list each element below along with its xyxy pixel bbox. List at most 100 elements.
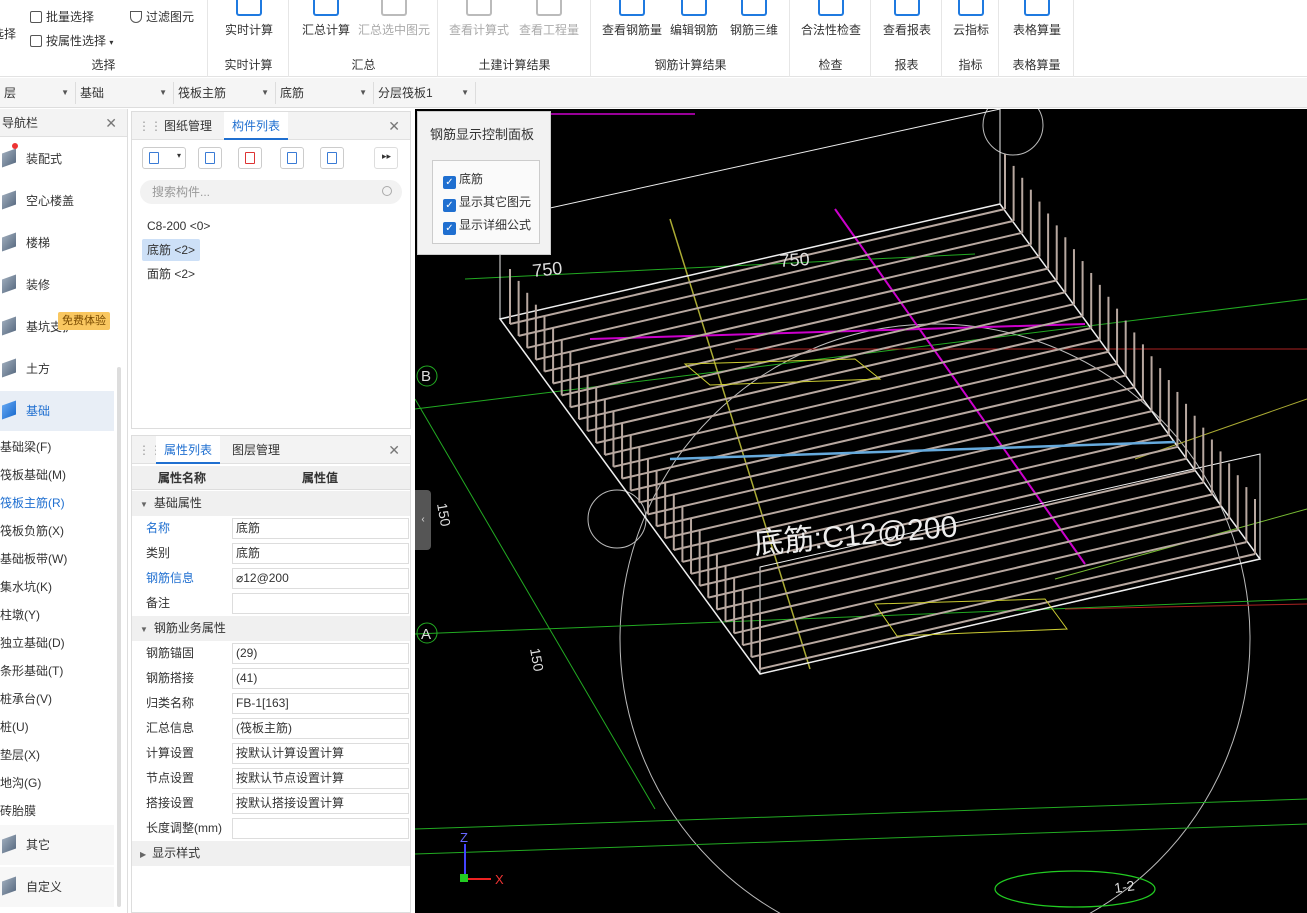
sub-item[interactable]: 条形基础(T): [0, 657, 63, 685]
dimension-label: 150: [434, 502, 454, 528]
prop-value[interactable]: [232, 593, 409, 614]
notification-dot: [12, 143, 18, 149]
group-basic-props[interactable]: ▼ 基础属性: [132, 491, 410, 516]
view-formula-button[interactable]: 查看计算式: [445, 0, 513, 38]
sub-item[interactable]: 筏板基础(M): [0, 461, 66, 489]
layer-select[interactable]: 分层筏板1 ▼: [374, 82, 476, 104]
prop-value[interactable]: 底筋: [232, 543, 409, 564]
prop-row: 类别 底筋: [132, 541, 410, 566]
sub-item[interactable]: 桩(U): [0, 713, 29, 741]
grid-circle-left: [587, 489, 647, 549]
ribbon-group-civil-results: 查看计算式 查看工程量 土建计算结果: [439, 0, 591, 77]
floor-select[interactable]: 层 ▼: [0, 82, 76, 104]
summary-calc-button[interactable]: 汇总计算: [296, 0, 356, 38]
list-item-selected[interactable]: 底筋 <2>: [142, 239, 201, 261]
sub-item[interactable]: 地沟(G): [0, 769, 41, 797]
delete-button[interactable]: [238, 147, 262, 169]
nav-item-stairs[interactable]: 楼梯: [0, 223, 114, 263]
group-rebar-props[interactable]: ▼ 钢筋业务属性: [132, 616, 410, 641]
legality-check-button[interactable]: 合法性检查: [797, 0, 865, 38]
ribbon-group-table: 表格算量 表格算量: [1000, 0, 1074, 77]
free-trial-badge[interactable]: 免费体验: [58, 312, 110, 330]
sub-item[interactable]: 基础板带(W): [0, 545, 67, 573]
bottom-rebar-checkbox[interactable]: ✓ 底筋: [443, 169, 483, 189]
nav-item-custom[interactable]: 自定义: [0, 867, 114, 907]
props-panel-header: ⋮⋮ 属性列表 图层管理 ✕: [132, 436, 410, 464]
tab-layers[interactable]: 图层管理: [224, 436, 288, 464]
prop-value[interactable]: 按默认搭接设置计算: [232, 793, 409, 814]
show-other-elements-checkbox[interactable]: ✓ 显示其它图元: [443, 192, 531, 212]
sub-item[interactable]: 砖胎膜: [0, 797, 36, 825]
sub-item[interactable]: 筏板负筋(X): [0, 517, 64, 545]
close-icon[interactable]: ✕: [105, 109, 117, 137]
prop-row: 钢筋搭接 (41): [132, 666, 410, 691]
ribbon-group-select: 选择 批量选择 过滤图元 按属性选择 ▾ 选择: [0, 0, 208, 77]
ribbon-group-realtime: 实时计算 实时计算: [209, 0, 289, 77]
prop-value[interactable]: [232, 818, 409, 839]
edit-rebar-button[interactable]: 编辑钢筋: [666, 0, 722, 38]
batch-select-button[interactable]: 批量选择: [30, 8, 94, 25]
more-button[interactable]: ▸▸: [374, 147, 398, 169]
table-calc-button[interactable]: 表格算量: [1006, 0, 1068, 38]
sub-item[interactable]: 桩承台(V): [0, 685, 52, 713]
search-input[interactable]: 搜索构件...: [140, 180, 402, 204]
group-display-style[interactable]: ▶ 显示样式: [132, 841, 410, 866]
sub-item[interactable]: 集水坑(K): [0, 573, 52, 601]
sub-item[interactable]: 柱墩(Y): [0, 601, 40, 629]
nav-item-other[interactable]: 其它: [0, 825, 114, 865]
nav-item-hollow-slab[interactable]: 空心楼盖: [0, 181, 114, 221]
control-panel-title: 钢筋显示控制面板: [430, 127, 535, 142]
select-button[interactable]: 选择: [0, 20, 16, 42]
category-select[interactable]: 基础 ▼: [76, 82, 174, 104]
summary-selected-button[interactable]: 汇总选中图元: [356, 0, 432, 38]
tab-props[interactable]: 属性列表: [156, 436, 221, 464]
prop-value[interactable]: (29): [232, 643, 409, 664]
list-item[interactable]: 面筋 <2>: [142, 263, 200, 285]
select-by-attr-button[interactable]: 按属性选择 ▾: [30, 32, 113, 49]
prop-row: 计算设置 按默认计算设置计算: [132, 741, 410, 766]
prop-value[interactable]: 按默认节点设置计算: [232, 768, 409, 789]
prop-value[interactable]: (筏板主筋): [232, 718, 409, 739]
sub-item[interactable]: 基础梁(F): [0, 433, 51, 461]
filter-icon: [130, 11, 142, 23]
new-component-button[interactable]: ▾: [142, 147, 186, 169]
rebar-3d-button[interactable]: 钢筋三维: [724, 0, 784, 38]
component-select[interactable]: 底筋 ▼: [276, 82, 374, 104]
sub-item[interactable]: 独立基础(D): [0, 629, 65, 657]
sub-item[interactable]: 垫层(X): [0, 741, 40, 769]
view-quantity-button[interactable]: 查看工程量: [515, 0, 583, 38]
list-item[interactable]: C8-200 <0>: [142, 215, 215, 237]
prop-value[interactable]: ⌀12@200: [232, 568, 409, 589]
nav-item-foundation[interactable]: 基础: [0, 391, 114, 431]
prop-value[interactable]: 按默认计算设置计算: [232, 743, 409, 764]
copy-button[interactable]: [198, 147, 222, 169]
dropdown-arrow-icon: ▼: [461, 88, 469, 97]
sub-item-active[interactable]: 筏板主筋(R): [0, 489, 65, 517]
duplicate-button[interactable]: [280, 147, 304, 169]
filter-elements-button[interactable]: 过滤图元: [130, 8, 194, 25]
realtime-calc-button[interactable]: 实时计算: [219, 0, 279, 38]
close-icon[interactable]: ✕: [388, 112, 400, 140]
layer-copy-button[interactable]: [320, 147, 344, 169]
checkmark-icon: ✓: [443, 199, 456, 212]
collapse-panel-button[interactable]: ‹: [415, 490, 431, 550]
prop-value[interactable]: FB-1[163]: [232, 693, 409, 714]
tab-components[interactable]: 构件列表: [224, 112, 289, 140]
close-icon[interactable]: ✕: [388, 436, 400, 464]
prop-value[interactable]: (41): [232, 668, 409, 689]
group-label: 指标: [958, 58, 983, 72]
dimension-label: 750: [779, 249, 810, 271]
view-rebar-qty-button[interactable]: 查看钢筋量: [598, 0, 666, 38]
view-report-button[interactable]: 查看报表: [878, 0, 936, 38]
tab-drawings[interactable]: 图纸管理: [156, 112, 220, 140]
prop-row: 长度调整(mm): [132, 816, 410, 841]
props-column-header: 属性名称 属性值: [132, 466, 410, 490]
nav-scrollbar[interactable]: [117, 367, 121, 907]
show-formula-checkbox[interactable]: ✓ 显示详细公式: [443, 215, 531, 235]
nav-item-earthwork[interactable]: 土方: [0, 349, 114, 389]
prop-value[interactable]: 底筋: [232, 518, 409, 539]
nav-item-decoration[interactable]: 装修: [0, 265, 114, 305]
cloud-index-button[interactable]: 云指标: [949, 0, 993, 38]
type-select[interactable]: 筏板主筋 ▼: [174, 82, 276, 104]
properties-panel: ⋮⋮ 属性列表 图层管理 ✕ 属性名称 属性值 ▼ 基础属性 名称 底筋 类别 底筋 …: [131, 435, 411, 913]
